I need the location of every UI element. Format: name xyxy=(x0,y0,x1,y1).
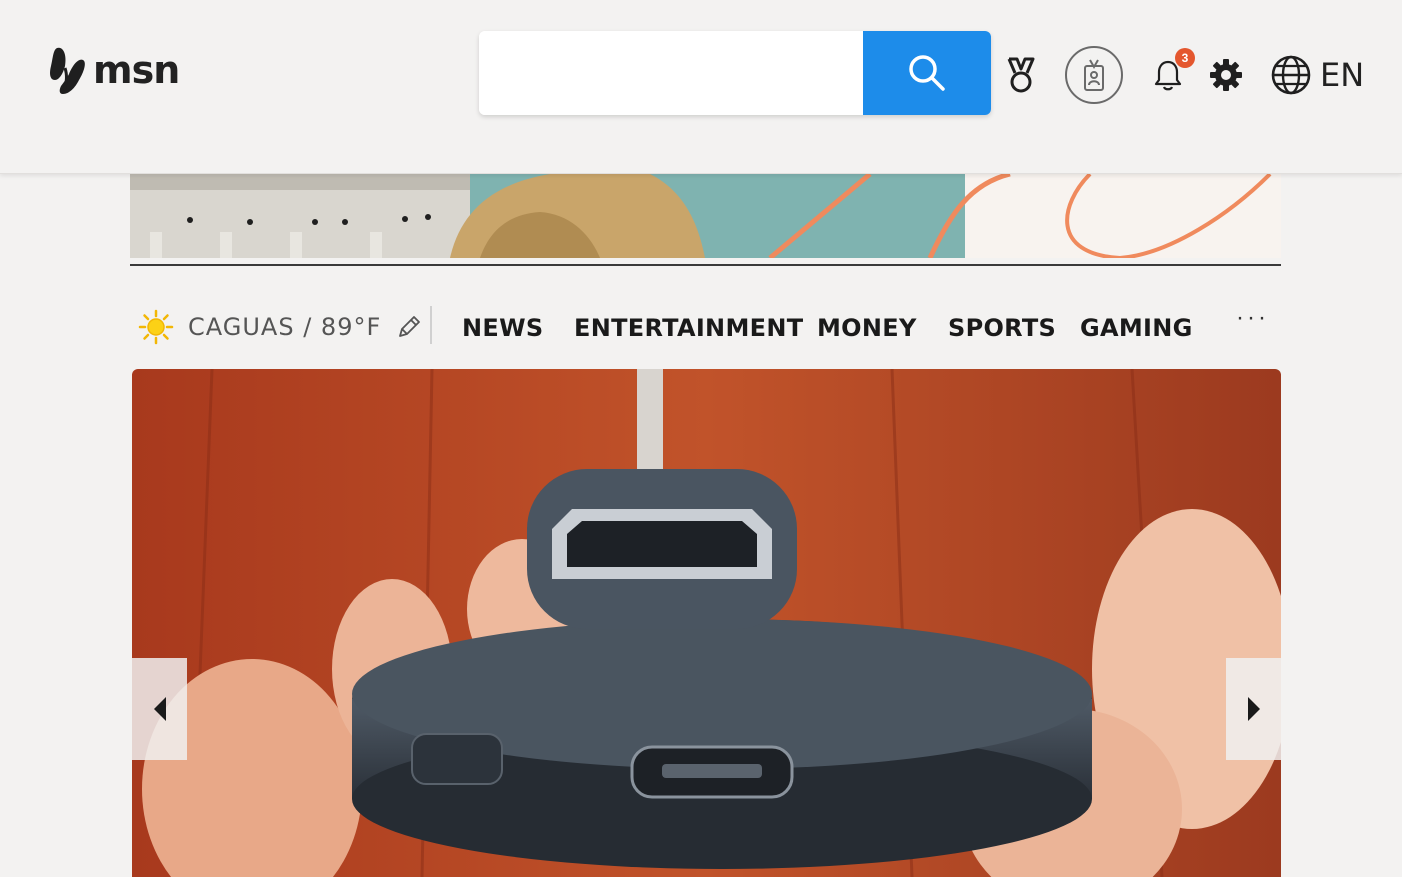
search-button[interactable] xyxy=(863,31,991,115)
top-header: msn 3 EN xyxy=(0,0,1402,174)
banner-image[interactable] xyxy=(130,174,1281,258)
language-selector[interactable]: EN xyxy=(1270,52,1364,98)
weather-location: CAGUAS xyxy=(188,313,295,341)
carousel-image[interactable] xyxy=(132,369,1281,877)
nav-item-entertainment[interactable]: ENTERTAINMENT xyxy=(574,314,803,342)
nav-item-news[interactable]: NEWS xyxy=(462,314,543,342)
nav-item-gaming[interactable]: GAMING xyxy=(1080,314,1193,342)
weather-widget[interactable]: CAGUAS / 89°F xyxy=(138,306,423,348)
sun-icon xyxy=(138,309,174,345)
badge-icon xyxy=(1084,59,1104,91)
settings-button[interactable] xyxy=(1207,56,1245,94)
chevron-right-icon xyxy=(1247,697,1260,721)
banner-divider xyxy=(130,264,1281,266)
more-menu-button[interactable]: ··· xyxy=(1236,304,1269,332)
weather-temperature: 89°F xyxy=(320,313,382,341)
msn-butterfly-icon xyxy=(50,47,85,94)
badge-button[interactable] xyxy=(1065,46,1123,104)
language-label: EN xyxy=(1320,56,1365,94)
carousel-prev-button[interactable] xyxy=(132,658,187,760)
chromecast-photo xyxy=(132,369,1281,877)
search-input[interactable] xyxy=(479,31,863,115)
edit-location-button[interactable] xyxy=(395,313,423,341)
notification-count-badge: 3 xyxy=(1175,48,1195,68)
search-icon xyxy=(909,55,945,91)
msn-logo[interactable]: msn xyxy=(47,44,180,96)
rewards-icon xyxy=(1007,57,1035,93)
category-nav: CAGUAS / 89°F NEWS ENTERTAINMENT MONEY S… xyxy=(130,300,1281,356)
banner-graphic xyxy=(130,174,1281,258)
carousel-next-button[interactable] xyxy=(1226,658,1281,760)
gear-icon xyxy=(1210,59,1242,91)
weather-label: CAGUAS / 89°F xyxy=(188,313,381,341)
nav-divider xyxy=(430,306,432,344)
globe-icon xyxy=(1271,55,1311,95)
nav-item-sports[interactable]: SPORTS xyxy=(948,314,1056,342)
rewards-button[interactable] xyxy=(1000,54,1042,96)
search-box xyxy=(479,31,991,115)
pencil-icon xyxy=(399,316,421,337)
chevron-left-icon xyxy=(153,697,166,721)
nav-item-money[interactable]: MONEY xyxy=(817,314,917,342)
logo-text: msn xyxy=(93,48,180,92)
weather-separator: / xyxy=(294,313,321,341)
